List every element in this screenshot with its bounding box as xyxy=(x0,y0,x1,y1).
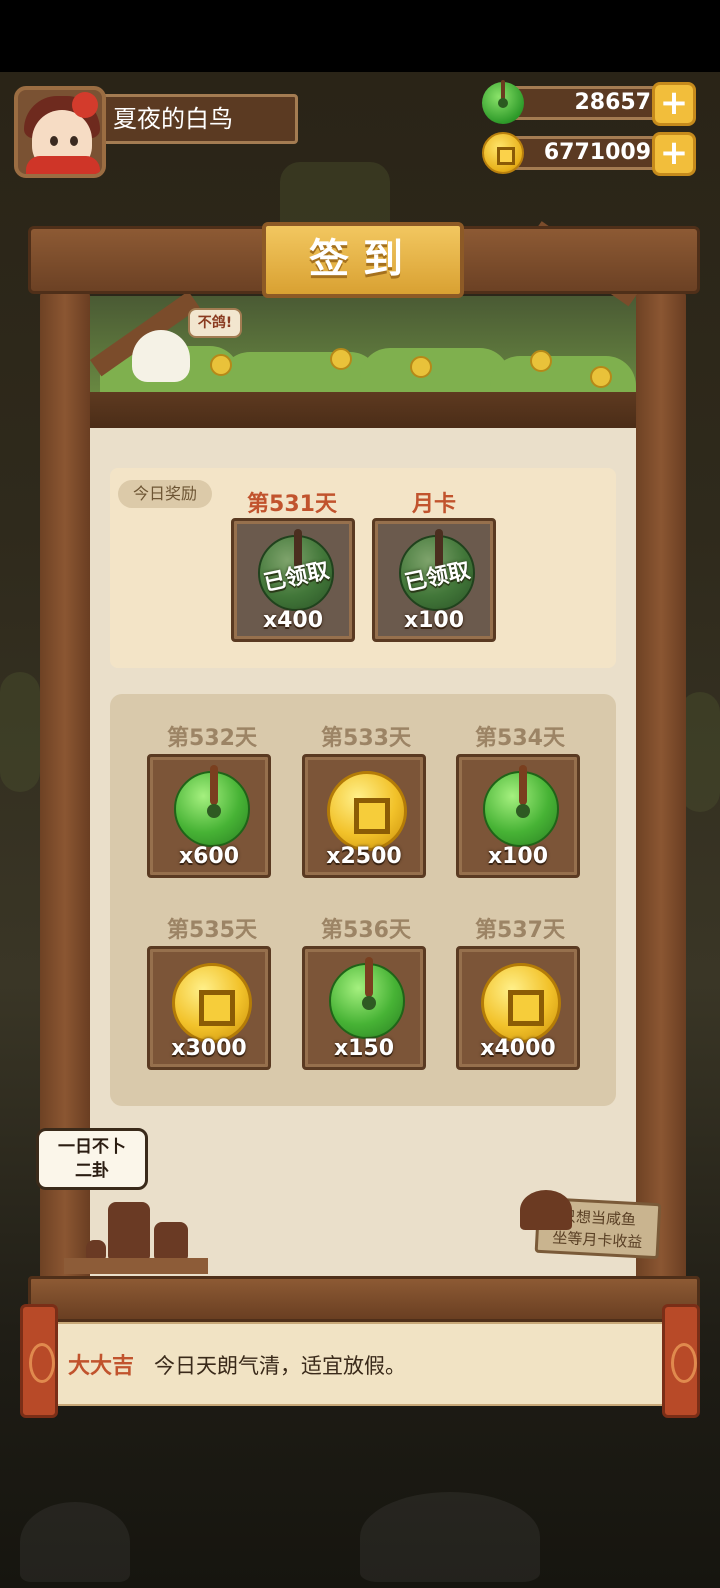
day-label: 第535天 xyxy=(167,918,257,943)
fortune-level: 大大吉 xyxy=(68,1354,135,1379)
reward-card[interactable]: x3000 xyxy=(147,946,271,1070)
player-name: 夏夜的白鸟 xyxy=(100,94,298,144)
jar-icon xyxy=(154,1222,188,1260)
day-label: 第533天 xyxy=(321,726,411,751)
add-jade-button[interactable]: + xyxy=(652,82,696,126)
monthly-card-reward[interactable]: 已领取 x100 xyxy=(372,518,496,642)
fortune-jar-icon xyxy=(108,1202,150,1260)
reward-card[interactable]: x150 xyxy=(302,946,426,1070)
jade-counter: 28657 + xyxy=(482,80,696,126)
frame-right-post xyxy=(636,292,686,1292)
shelf xyxy=(64,1258,208,1274)
page-title: 签到 xyxy=(262,222,464,298)
reward-card[interactable]: x4000 xyxy=(456,946,580,1070)
reward-amount: x3000 xyxy=(171,1036,247,1061)
fortune-text: 今日天朗气清，适宜放假。 xyxy=(154,1354,406,1378)
reward-amount: x400 xyxy=(262,608,324,633)
reward-card[interactable]: x2500 xyxy=(302,754,426,878)
today-reward-card[interactable]: 已领取 x400 xyxy=(231,518,355,642)
jar-icon xyxy=(86,1240,106,1260)
add-coins-button[interactable]: + xyxy=(652,132,696,176)
day-label: 第532天 xyxy=(167,726,257,751)
jade-icon xyxy=(329,957,405,1039)
reward-amount: x600 xyxy=(178,844,240,869)
coin-icon xyxy=(172,963,252,1043)
frame-bottom-beam xyxy=(28,1276,700,1322)
speech-line: 二卦 xyxy=(75,1161,109,1181)
day-label: 第534天 xyxy=(475,726,565,751)
scroll-left-handle xyxy=(20,1304,58,1418)
reward-amount: x100 xyxy=(403,608,465,633)
bg-lotus xyxy=(360,1492,540,1582)
coin-icon xyxy=(482,132,524,174)
day-label: 第536天 xyxy=(321,918,411,943)
bg-right-plant xyxy=(680,692,720,812)
day-label: 第537天 xyxy=(475,918,565,943)
reward-card[interactable]: x600 xyxy=(147,754,271,878)
monthly-card-label: 月卡 xyxy=(411,492,456,517)
scroll-right-handle xyxy=(662,1304,700,1418)
coin-icon xyxy=(327,771,407,851)
coin-counter: 6771009 + xyxy=(482,132,696,176)
jade-icon xyxy=(174,765,250,847)
frame-ledge xyxy=(90,392,636,430)
chick-speech-bubble: 不鸽! xyxy=(188,308,242,338)
today-day-label: 第531天 xyxy=(247,492,337,517)
reward-amount: x2500 xyxy=(326,844,402,869)
coin-icon xyxy=(481,963,561,1043)
speech-line: 一日不卜 xyxy=(58,1137,126,1157)
fortune-teller-speech: 一日不卜 二卦 xyxy=(36,1128,148,1190)
today-rewards-tag: 今日奖励 xyxy=(118,480,212,508)
straw-hat-icon xyxy=(520,1190,572,1230)
bg-left-plant xyxy=(0,672,40,792)
reward-amount: x150 xyxy=(333,1036,395,1061)
jade-icon xyxy=(483,765,559,847)
chick-mascot[interactable] xyxy=(132,330,190,382)
reward-amount: x4000 xyxy=(480,1036,556,1061)
jade-icon xyxy=(482,80,524,124)
player-avatar[interactable] xyxy=(14,86,106,178)
reward-amount: x100 xyxy=(487,844,549,869)
reward-card[interactable]: x100 xyxy=(456,754,580,878)
status-bar xyxy=(0,0,720,72)
bg-lotus xyxy=(20,1502,130,1582)
